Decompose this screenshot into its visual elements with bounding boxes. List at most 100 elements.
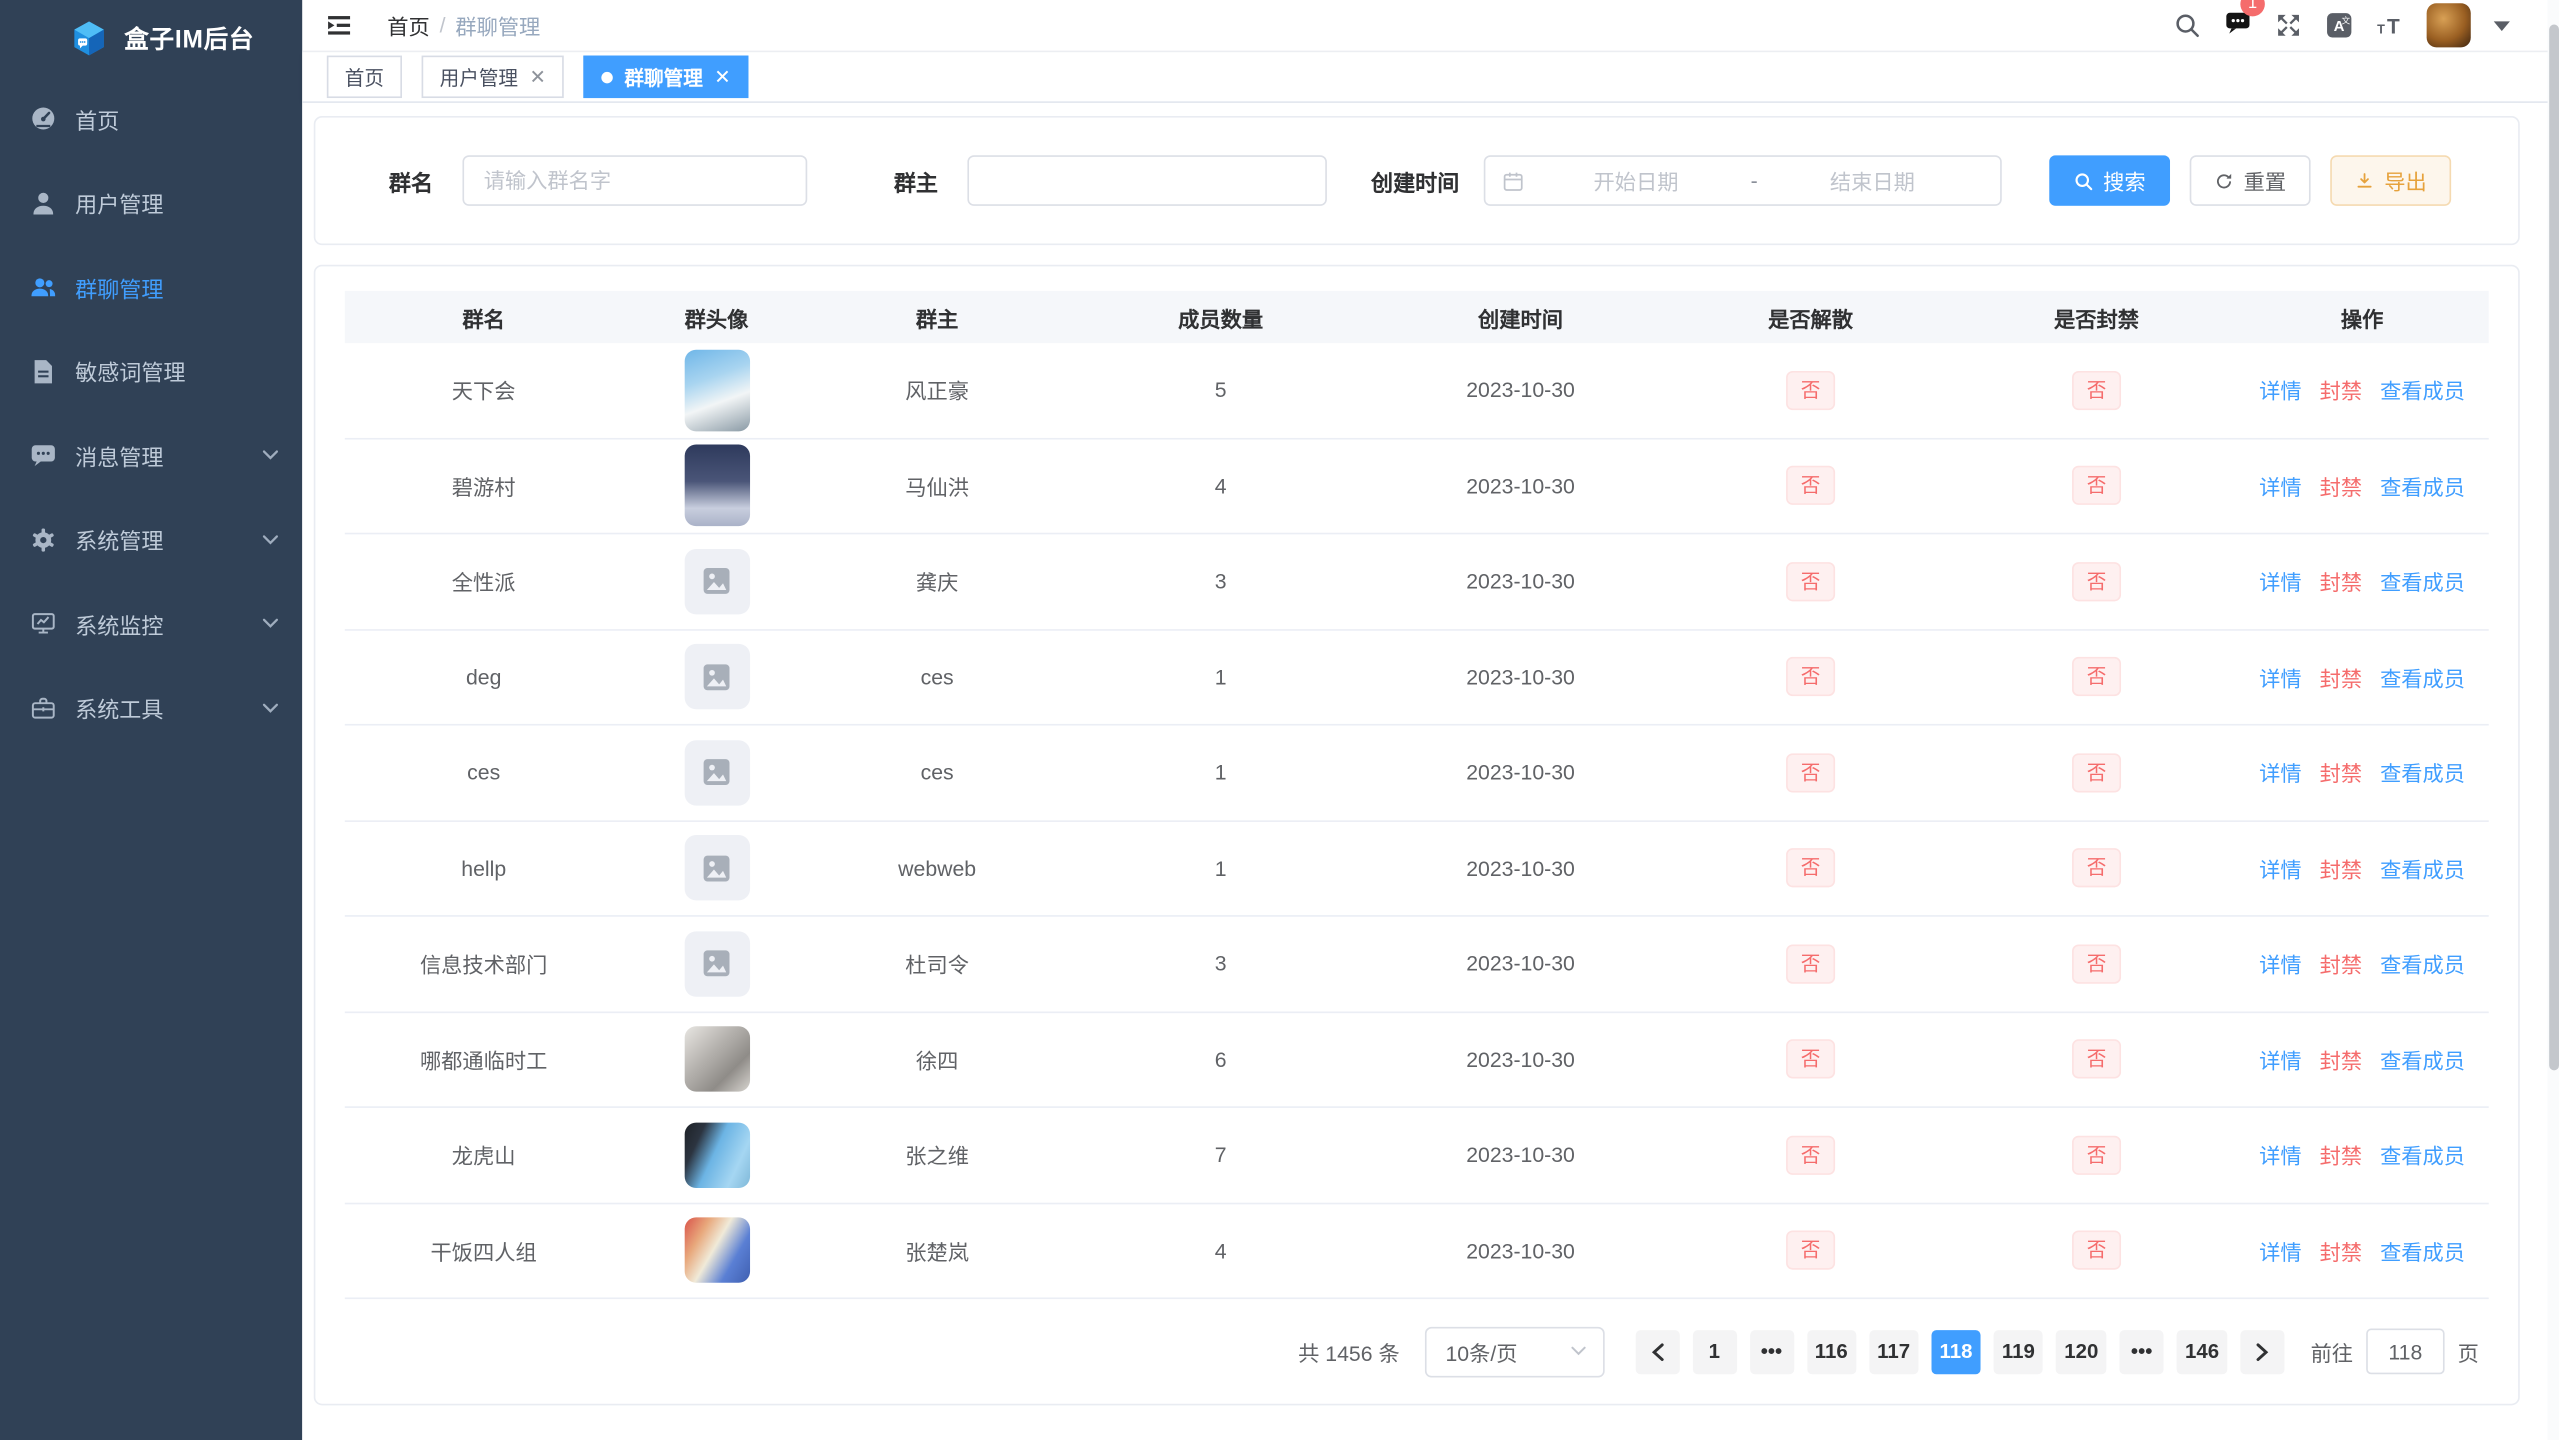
ban-link[interactable]: 封禁 bbox=[2320, 1044, 2363, 1075]
member-count: 3 bbox=[1064, 569, 1378, 594]
svg-text:T: T bbox=[2377, 21, 2385, 36]
group-avatar-placeholder bbox=[684, 644, 749, 709]
page-button-1[interactable]: 1 bbox=[1692, 1329, 1736, 1373]
picture-icon bbox=[701, 661, 732, 692]
page-scrollbar[interactable] bbox=[2548, 0, 2559, 1440]
reset-button[interactable]: 重置 bbox=[2190, 155, 2311, 206]
chevron-down-icon bbox=[1570, 1346, 1586, 1356]
close-icon[interactable]: ✕ bbox=[714, 67, 730, 87]
group-name-input[interactable] bbox=[462, 155, 807, 206]
sidebar-item-messages[interactable]: 消息管理 bbox=[0, 413, 302, 497]
detail-link[interactable]: 详情 bbox=[2259, 1235, 2302, 1266]
sidebar-item-home[interactable]: 首页 bbox=[0, 77, 302, 161]
detail-link[interactable]: 详情 bbox=[2259, 1139, 2302, 1170]
font-size-icon[interactable]: T T bbox=[2376, 11, 2404, 39]
sidebar-item-users[interactable]: 用户管理 bbox=[0, 161, 302, 245]
page-button-118-active[interactable]: 118 bbox=[1931, 1329, 1980, 1373]
pager-ellipsis[interactable]: ••• bbox=[2120, 1329, 2164, 1373]
sidebar-item-label: 敏感词管理 bbox=[75, 355, 185, 388]
detail-link[interactable]: 详情 bbox=[2259, 757, 2302, 788]
group-table-card: 群名 群头像 群主 成员数量 创建时间 是否解散 是否封禁 操作 天下会 风正豪… bbox=[314, 265, 2520, 1406]
ban-link[interactable]: 封禁 bbox=[2320, 853, 2363, 884]
goto-page-input[interactable] bbox=[2366, 1329, 2444, 1375]
user-avatar[interactable] bbox=[2427, 3, 2471, 47]
sidebar-item-sensitive-words[interactable]: 敏感词管理 bbox=[0, 329, 302, 413]
chevron-down-icon bbox=[261, 702, 279, 713]
detail-link[interactable]: 详情 bbox=[2259, 1044, 2302, 1075]
page-button-117[interactable]: 117 bbox=[1869, 1329, 1918, 1373]
view-members-link[interactable]: 查看成员 bbox=[2380, 470, 2465, 501]
total-count: 共 1456 条 bbox=[1298, 1336, 1400, 1367]
sidebar-item-label: 群聊管理 bbox=[75, 271, 163, 304]
sidebar-item-system-management[interactable]: 系统管理 bbox=[0, 498, 302, 582]
member-count: 4 bbox=[1064, 1238, 1378, 1263]
pager-ellipsis[interactable]: ••• bbox=[1749, 1329, 1793, 1373]
ban-link[interactable]: 封禁 bbox=[2320, 1139, 2363, 1170]
group-avatar-image bbox=[684, 349, 749, 431]
group-owner-input[interactable] bbox=[967, 155, 1327, 206]
close-icon[interactable]: ✕ bbox=[529, 67, 545, 87]
detail-link[interactable]: 详情 bbox=[2259, 948, 2302, 979]
sidebar-item-system-monitor[interactable]: 系统监控 bbox=[0, 582, 302, 666]
view-members-link[interactable]: 查看成员 bbox=[2380, 757, 2465, 788]
breadcrumb-home[interactable]: 首页 bbox=[387, 10, 430, 41]
view-members-link[interactable]: 查看成员 bbox=[2380, 661, 2465, 692]
view-members-link[interactable]: 查看成员 bbox=[2380, 1044, 2465, 1075]
search-icon[interactable] bbox=[2173, 11, 2201, 39]
export-button[interactable]: 导出 bbox=[2330, 155, 2451, 206]
ban-link[interactable]: 封禁 bbox=[2320, 566, 2363, 597]
ban-link[interactable]: 封禁 bbox=[2320, 757, 2363, 788]
goto-unit: 页 bbox=[2458, 1336, 2479, 1367]
page-button-146[interactable]: 146 bbox=[2177, 1329, 2227, 1373]
dissolved-badge: 否 bbox=[1786, 1135, 1835, 1174]
prev-page-button[interactable] bbox=[1635, 1329, 1679, 1373]
search-button[interactable]: 搜索 bbox=[2049, 155, 2170, 206]
tab-group-management[interactable]: 群聊管理 ✕ bbox=[584, 56, 749, 98]
dashboard-icon bbox=[29, 105, 57, 133]
view-members-link[interactable]: 查看成员 bbox=[2380, 375, 2465, 406]
tab-home[interactable]: 首页 bbox=[327, 56, 402, 98]
sidebar-item-system-tools[interactable]: 系统工具 bbox=[0, 666, 302, 750]
fullscreen-icon[interactable] bbox=[2275, 11, 2303, 39]
view-members-link[interactable]: 查看成员 bbox=[2380, 948, 2465, 979]
detail-link[interactable]: 详情 bbox=[2259, 853, 2302, 884]
picture-icon bbox=[701, 757, 732, 788]
scrollbar-thumb[interactable] bbox=[2548, 25, 2558, 1071]
translate-icon[interactable]: A 文 bbox=[2325, 11, 2353, 39]
page-button-116[interactable]: 116 bbox=[1807, 1329, 1856, 1373]
page-button-119[interactable]: 119 bbox=[1994, 1329, 2043, 1373]
next-page-button[interactable] bbox=[2240, 1329, 2284, 1373]
page-size-select[interactable]: 10条/页 bbox=[1424, 1326, 1604, 1377]
detail-link[interactable]: 详情 bbox=[2259, 566, 2302, 597]
group-owner: 徐四 bbox=[811, 1044, 1064, 1075]
ban-link[interactable]: 封禁 bbox=[2320, 948, 2363, 979]
tab-user-management[interactable]: 用户管理 ✕ bbox=[422, 56, 564, 98]
download-icon bbox=[2355, 171, 2375, 191]
detail-link[interactable]: 详情 bbox=[2259, 375, 2302, 406]
date-range-picker[interactable]: 开始日期 - 结束日期 bbox=[1484, 155, 2002, 206]
detail-link[interactable]: 详情 bbox=[2259, 661, 2302, 692]
messages-button[interactable]: 1 bbox=[2224, 7, 2252, 43]
view-members-link[interactable]: 查看成员 bbox=[2380, 1235, 2465, 1266]
chevron-right-icon bbox=[2255, 1342, 2270, 1360]
banned-badge: 否 bbox=[2072, 1231, 2121, 1270]
sidebar-item-groups[interactable]: 群聊管理 bbox=[0, 245, 302, 329]
ban-link[interactable]: 封禁 bbox=[2320, 661, 2363, 692]
table-row: 天下会 风正豪 5 2023-10-30 否 否 详情 封禁 查看成员 bbox=[345, 343, 2489, 439]
dissolved-badge: 否 bbox=[1786, 944, 1835, 983]
group-name: ces bbox=[345, 760, 623, 785]
view-members-link[interactable]: 查看成员 bbox=[2380, 1139, 2465, 1170]
view-members-link[interactable]: 查看成员 bbox=[2380, 853, 2465, 884]
avatar-caret-icon[interactable] bbox=[2494, 20, 2510, 30]
sidebar-collapse-icon[interactable] bbox=[325, 11, 353, 39]
ban-link[interactable]: 封禁 bbox=[2320, 375, 2363, 406]
detail-link[interactable]: 详情 bbox=[2259, 470, 2302, 501]
dissolved-badge: 否 bbox=[1786, 562, 1835, 601]
group-avatar-placeholder bbox=[684, 835, 749, 900]
group-name: 龙虎山 bbox=[345, 1139, 623, 1170]
view-members-link[interactable]: 查看成员 bbox=[2380, 566, 2465, 597]
page-button-120[interactable]: 120 bbox=[2056, 1329, 2106, 1373]
ban-link[interactable]: 封禁 bbox=[2320, 1235, 2363, 1266]
ban-link[interactable]: 封禁 bbox=[2320, 470, 2363, 501]
create-time: 2023-10-30 bbox=[1378, 569, 1664, 594]
